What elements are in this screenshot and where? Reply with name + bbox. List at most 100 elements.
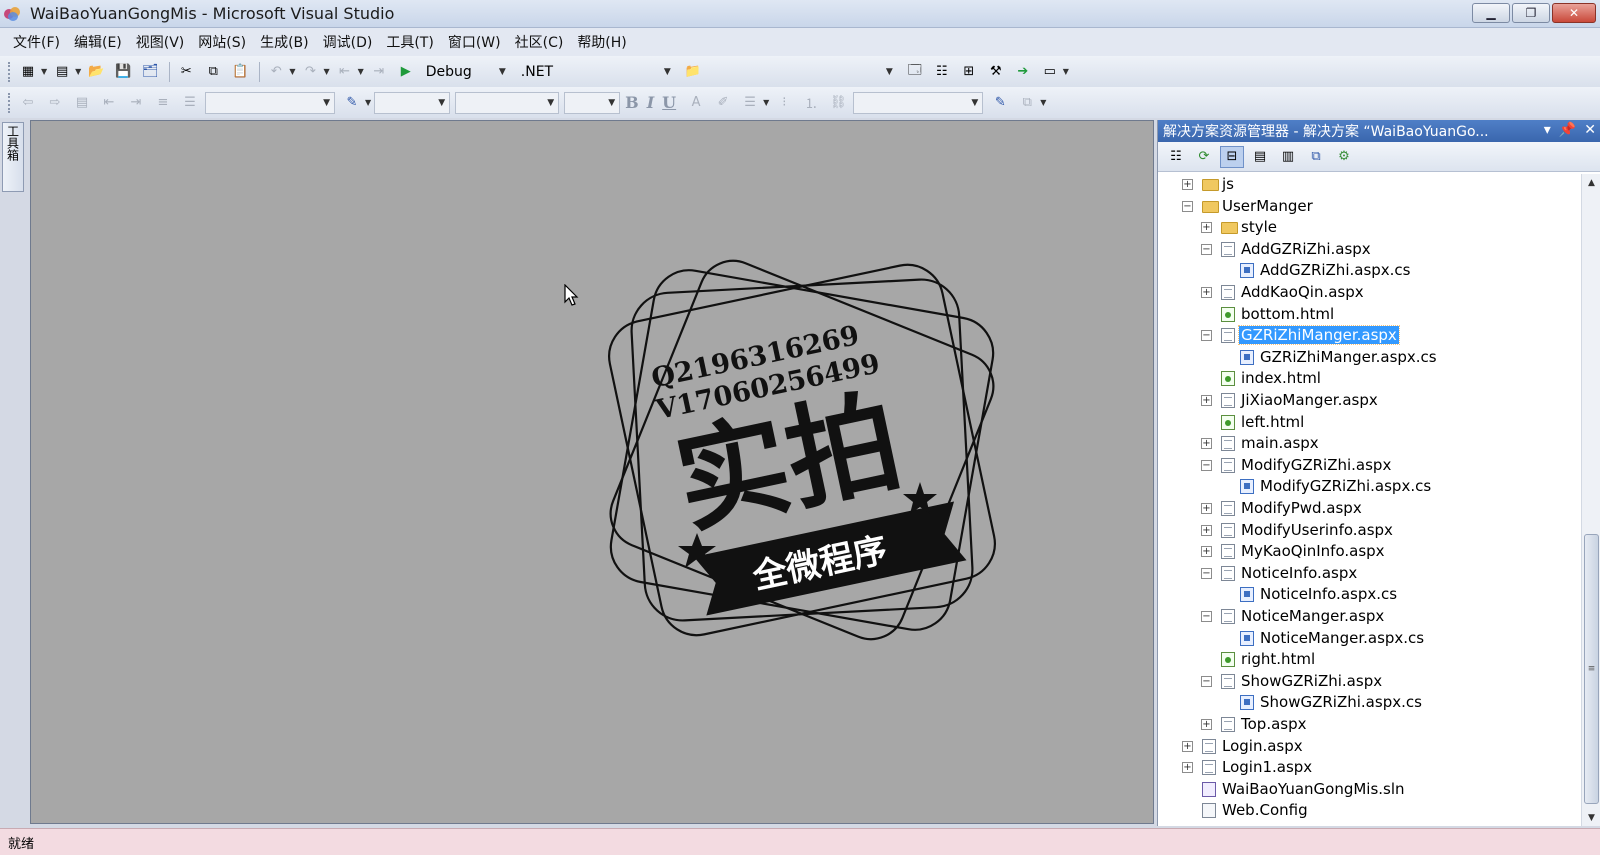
- copy-website-icon[interactable]: ⧉: [1304, 146, 1328, 168]
- dropdown-arrow-icon[interactable]: ▼: [365, 98, 371, 107]
- object-browser-icon[interactable]: ⊞: [957, 61, 981, 83]
- close-button[interactable]: ✕: [1552, 3, 1596, 23]
- expand-icon[interactable]: +: [1201, 719, 1212, 730]
- style-select[interactable]: ▼: [374, 91, 451, 114]
- platform-select[interactable]: .NET ▼: [516, 61, 676, 83]
- tree-item[interactable]: + style: [1158, 217, 1578, 239]
- add-item-icon[interactable]: ▤: [50, 61, 74, 83]
- menu-debug[interactable]: 调试(D): [316, 32, 380, 52]
- tree-item[interactable]: − UserManger: [1158, 196, 1578, 218]
- dropdown-arrow-icon[interactable]: ▼: [763, 98, 769, 107]
- dropdown-arrow-icon[interactable]: ▼: [1040, 98, 1046, 107]
- bold-button[interactable]: B: [625, 93, 639, 112]
- tree-item[interactable]: − AddGZRiZhi.aspx: [1158, 239, 1578, 261]
- dropdown-arrow-icon[interactable]: ▼: [289, 67, 295, 76]
- tree-item[interactable]: ModifyGZRiZhi.aspx.cs: [1158, 476, 1578, 498]
- navigate-forward-icon[interactable]: ⇥: [367, 61, 391, 83]
- menu-website[interactable]: 网站(S): [191, 32, 253, 52]
- scroll-up-icon[interactable]: ▲: [1582, 174, 1600, 191]
- comment-icon[interactable]: ▤: [70, 92, 94, 114]
- expand-icon[interactable]: +: [1201, 287, 1212, 298]
- numbered-list-icon[interactable]: ⒈: [799, 92, 823, 114]
- menu-tools[interactable]: 工具(T): [379, 32, 440, 52]
- collapse-icon[interactable]: −: [1201, 460, 1212, 471]
- tree-item[interactable]: + JiXiaoManger.aspx: [1158, 390, 1578, 412]
- font-name-select[interactable]: ▼: [455, 91, 560, 114]
- start-debugging-icon[interactable]: ▶: [394, 61, 418, 83]
- open-folder-icon[interactable]: 📂: [84, 61, 108, 83]
- auto-hide-pin-icon[interactable]: 📌: [1559, 122, 1576, 138]
- find-select[interactable]: ▼: [708, 61, 898, 83]
- hyperlink-icon[interactable]: ⛓: [826, 92, 850, 114]
- properties-icon[interactable]: ☷: [930, 61, 954, 83]
- collapse-icon[interactable]: −: [1201, 330, 1212, 341]
- collapse-icon[interactable]: −: [1201, 244, 1212, 255]
- redo-icon[interactable]: ↷: [298, 61, 322, 83]
- tree-item[interactable]: NoticeManger.aspx.cs: [1158, 628, 1578, 650]
- toolbox-tab[interactable]: 工具箱: [2, 122, 24, 192]
- tree-item[interactable]: left.html: [1158, 412, 1578, 434]
- forward-icon[interactable]: ⇨: [43, 92, 67, 114]
- expand-icon[interactable]: +: [1182, 762, 1193, 773]
- tree-item[interactable]: + Top.aspx: [1158, 714, 1578, 736]
- refresh-icon[interactable]: ⟳: [1192, 146, 1216, 168]
- vertical-scrollbar[interactable]: ▲ ≡ ▼: [1581, 174, 1600, 826]
- view-code-icon[interactable]: ▤: [1248, 146, 1272, 168]
- tree-item[interactable]: + main.aspx: [1158, 433, 1578, 455]
- expand-icon[interactable]: +: [1201, 438, 1212, 449]
- menu-edit[interactable]: 编辑(E): [67, 32, 129, 52]
- dropdown-arrow-icon[interactable]: ▼: [358, 67, 364, 76]
- expand-icon[interactable]: +: [1182, 741, 1193, 752]
- tree-item[interactable]: GZRiZhiManger.aspx.cs: [1158, 347, 1578, 369]
- navigate-backward-icon[interactable]: ⇤: [333, 61, 357, 83]
- menu-file[interactable]: 文件(F): [6, 32, 67, 52]
- tree-item[interactable]: + Login1.aspx: [1158, 757, 1578, 779]
- save-all-icon[interactable]: 🗂: [138, 61, 162, 83]
- justify-icon[interactable]: ☰: [738, 92, 762, 114]
- solution-explorer-icon[interactable]: 🗔: [903, 61, 927, 83]
- tree-item[interactable]: WaiBaoYuanGongMis.sln: [1158, 779, 1578, 801]
- collapse-icon[interactable]: −: [1201, 611, 1212, 622]
- align-right-icon[interactable]: ☰: [178, 92, 202, 114]
- new-project-icon[interactable]: ▦: [16, 61, 40, 83]
- start-page-icon[interactable]: ➔: [1011, 61, 1035, 83]
- menu-help[interactable]: 帮助(H): [570, 32, 633, 52]
- apply-style-icon[interactable]: ✎: [988, 92, 1012, 114]
- menu-view[interactable]: 视图(V): [129, 32, 192, 52]
- underline-button[interactable]: U: [662, 93, 676, 112]
- tree-item[interactable]: Web.Config: [1158, 800, 1578, 822]
- tree-item[interactable]: − ModifyGZRiZhi.aspx: [1158, 455, 1578, 477]
- menu-community[interactable]: 社区(C): [508, 32, 571, 52]
- tree-item[interactable]: − NoticeInfo.aspx: [1158, 563, 1578, 585]
- asp-net-configuration-icon[interactable]: ⚙: [1332, 146, 1356, 168]
- tree-item[interactable]: NoticeInfo.aspx.cs: [1158, 584, 1578, 606]
- outdent-icon[interactable]: ⇤: [97, 92, 121, 114]
- restore-button[interactable]: ❐: [1512, 3, 1550, 23]
- tree-item[interactable]: + AddKaoQin.aspx: [1158, 282, 1578, 304]
- background-color-icon[interactable]: ✐: [711, 92, 735, 114]
- scrollbar-thumb[interactable]: ≡: [1584, 534, 1599, 804]
- tree-item[interactable]: + Login.aspx: [1158, 736, 1578, 758]
- expand-icon[interactable]: +: [1182, 179, 1193, 190]
- tree-item[interactable]: bottom.html: [1158, 304, 1578, 326]
- block-format-select[interactable]: ▼: [205, 91, 335, 114]
- italic-button[interactable]: I: [647, 93, 654, 112]
- minimize-button[interactable]: ▁: [1472, 3, 1510, 23]
- tree-item[interactable]: − ShowGZRiZhi.aspx: [1158, 671, 1578, 693]
- indent-icon[interactable]: ⇥: [124, 92, 148, 114]
- toolbox-icon[interactable]: ⚒: [984, 61, 1008, 83]
- bulleted-list-icon[interactable]: ⁝: [772, 92, 796, 114]
- expand-icon[interactable]: +: [1201, 503, 1212, 514]
- foreground-color-icon[interactable]: A: [684, 92, 708, 114]
- tree-item[interactable]: ShowGZRiZhi.aspx.cs: [1158, 692, 1578, 714]
- collapse-icon[interactable]: −: [1182, 201, 1193, 212]
- collapse-icon[interactable]: −: [1201, 568, 1212, 579]
- tree-item[interactable]: right.html: [1158, 649, 1578, 671]
- tree-item[interactable]: AddGZRiZhi.aspx.cs: [1158, 260, 1578, 282]
- back-icon[interactable]: ⇦: [16, 92, 40, 114]
- expand-icon[interactable]: +: [1201, 525, 1212, 536]
- expand-icon[interactable]: +: [1201, 546, 1212, 557]
- undo-icon[interactable]: ↶: [264, 61, 288, 83]
- style-application-icon[interactable]: ✎: [340, 92, 364, 114]
- collapse-icon[interactable]: −: [1201, 676, 1212, 687]
